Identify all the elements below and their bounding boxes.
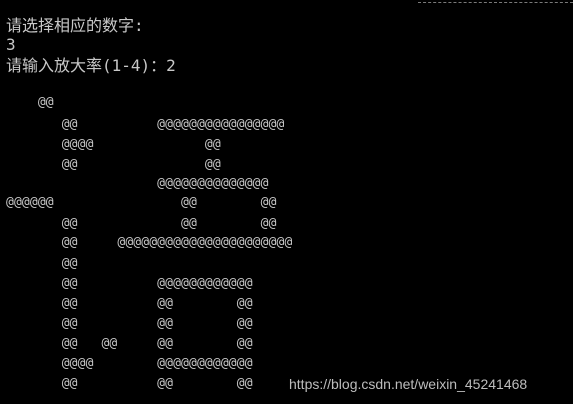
- ascii-art-line: @@@@ @@: [6, 137, 221, 152]
- ascii-art-line: @@ @@: [6, 157, 221, 172]
- ascii-art-line: @@ @@ @@ @@: [6, 336, 253, 351]
- top-divider: [418, 2, 573, 3]
- prompt-line: 请选择相应的数字:: [6, 16, 144, 35]
- watermark-text: https://blog.csdn.net/weixin_45241468: [289, 376, 528, 392]
- ascii-art-line: @@@@ @@@@@@@@@@@@: [6, 356, 253, 371]
- ascii-art-line: @@: [6, 256, 78, 271]
- ascii-art-line: @@: [6, 95, 54, 110]
- input-line: 3: [6, 35, 16, 54]
- prompt-line: 请输入放大率(1-4)：2: [6, 56, 176, 75]
- ascii-art-line: @@ @@ @@: [6, 316, 253, 331]
- ascii-art-line: @@ @@ @@: [6, 376, 253, 391]
- ascii-art-line: @@ @@@@@@@@@@@@@@@@: [6, 117, 285, 132]
- console-window: 请选择相应的数字: 3 请输入放大率(1-4)：2 @@ @@ @@@@@@@@…: [0, 0, 573, 404]
- ascii-art-line: @@ @@@@@@@@@@@@: [6, 276, 253, 291]
- ascii-art-line: @@@@@@ @@ @@: [6, 195, 277, 210]
- ascii-art-line: @@ @@@@@@@@@@@@@@@@@@@@@@: [6, 235, 293, 250]
- ascii-art-line: @@ @@ @@: [6, 296, 253, 311]
- ascii-art-line: @@ @@ @@: [6, 216, 277, 231]
- ascii-art-line: @@@@@@@@@@@@@@: [6, 176, 269, 191]
